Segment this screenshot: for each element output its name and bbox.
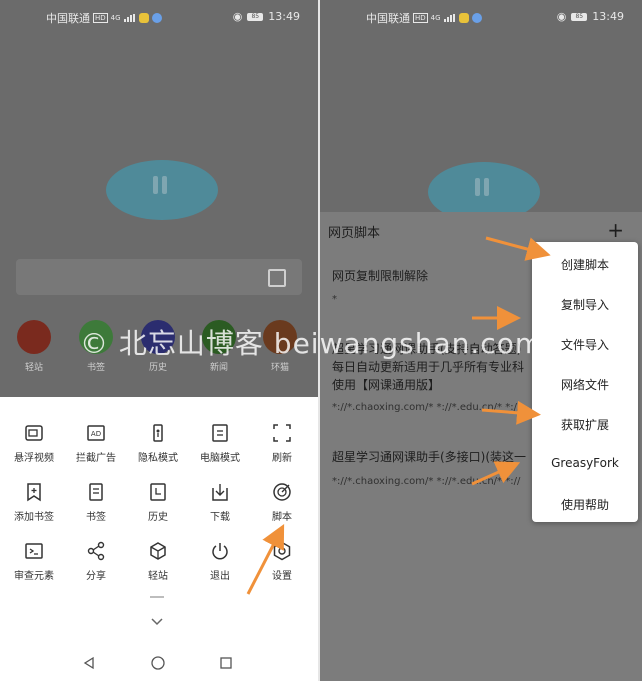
arrow-to-create-script — [485, 236, 551, 261]
arrow-to-greasyfork — [471, 461, 521, 486]
watermark: © 北忘山博客 beiwangshan.com — [80, 327, 544, 360]
arrow-to-script-menu — [246, 524, 285, 595]
arrow-to-get-extensions — [481, 400, 541, 425]
